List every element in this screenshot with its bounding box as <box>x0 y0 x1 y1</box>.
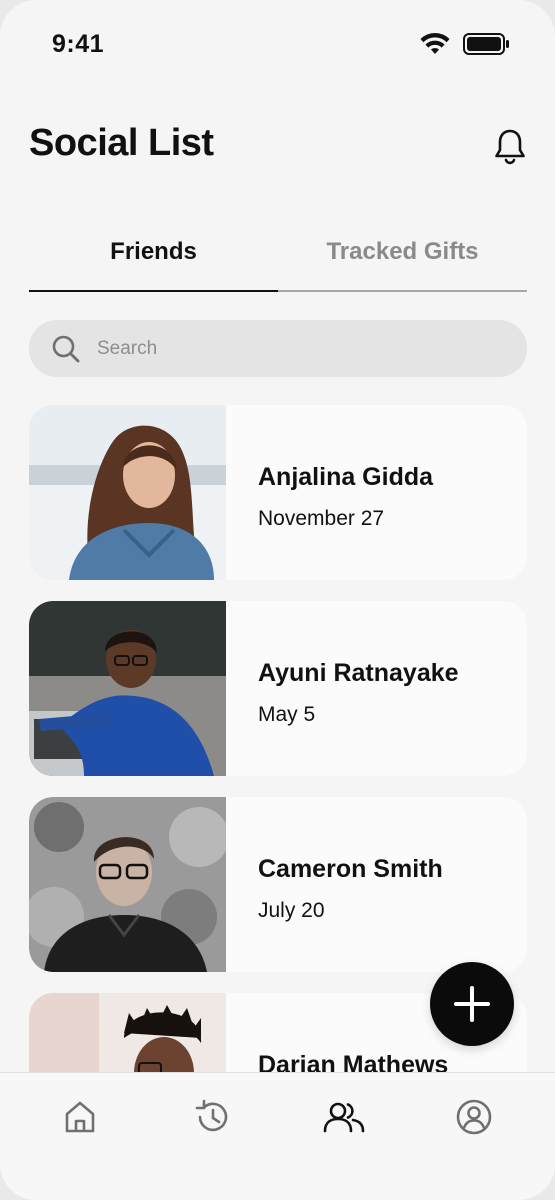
add-friend-button[interactable] <box>430 962 514 1046</box>
phone-screen: 9:41 Social List Friends Tracked Gifts S… <box>0 0 555 1200</box>
plus-icon <box>454 986 490 1022</box>
status-icons <box>419 32 511 56</box>
search-bar[interactable] <box>29 320 527 377</box>
tab-bar: Friends Tracked Gifts <box>29 222 527 292</box>
friend-photo <box>29 797 226 972</box>
friend-card[interactable]: Ayuni Ratnayake May 5 <box>29 601 527 776</box>
search-input[interactable] <box>97 337 477 360</box>
friend-date: November 27 <box>258 507 385 530</box>
tab-tracked-gifts[interactable]: Tracked Gifts <box>278 222 527 292</box>
friends-icon[interactable] <box>322 1097 366 1137</box>
friend-date: July 20 <box>258 899 325 922</box>
friend-photo <box>29 405 226 580</box>
home-icon[interactable] <box>60 1097 100 1137</box>
friend-photo <box>29 601 226 776</box>
friend-name: Ayuni Ratnayake <box>258 659 459 687</box>
page-title: Social List <box>29 122 214 164</box>
bell-icon[interactable] <box>493 128 527 166</box>
profile-icon[interactable] <box>454 1097 494 1137</box>
battery-icon <box>463 33 509 55</box>
friend-name: Cameron Smith <box>258 855 443 883</box>
bottom-navigation <box>0 1072 555 1200</box>
friend-card[interactable]: Anjalina Gidda November 27 <box>29 405 527 580</box>
wifi-icon <box>420 32 450 54</box>
friend-name: Anjalina Gidda <box>258 463 434 491</box>
friend-card[interactable]: Cameron Smith July 20 <box>29 797 527 972</box>
search-icon <box>52 335 80 362</box>
friend-date: May 5 <box>258 703 316 726</box>
history-icon[interactable] <box>192 1097 232 1137</box>
status-time: 9:41 <box>52 30 105 58</box>
tab-friends[interactable]: Friends <box>29 222 278 292</box>
